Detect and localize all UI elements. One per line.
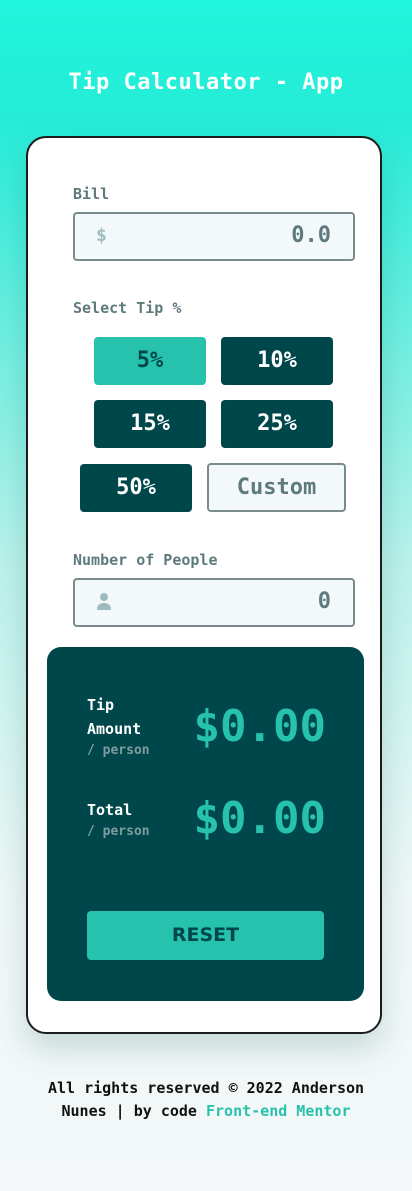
custom-tip-input[interactable]: Custom [207,463,346,512]
footer-line2: Nunes | by code Front-end Mentor [0,1100,412,1123]
select-tip-label: Select Tip % [73,299,182,317]
tip-button-5[interactable]: 5% [94,337,206,385]
bill-value: 0.0 [291,223,331,248]
reset-button[interactable]: RESET [87,911,324,960]
people-label: Number of People [73,551,218,569]
app-title: Tip Calculator - App [68,70,344,95]
tip-button-25[interactable]: 25% [221,400,333,448]
tip-button-15[interactable]: 15% [94,400,206,448]
tip-amount-per-person: / person [87,743,150,758]
dollar-icon: $ [96,225,107,246]
bill-label: Bill [73,185,110,203]
total-label: Total [87,801,133,819]
people-input[interactable]: 0 [73,578,355,627]
person-icon [97,593,111,611]
people-value: 0 [317,589,331,614]
bill-input[interactable]: $ 0.0 [73,212,355,261]
frontend-mentor-link[interactable]: Front-end Mentor [206,1102,351,1120]
tip-amount-label-line1: Tip [87,696,115,714]
tip-amount-value: $0.00 [193,701,326,752]
tip-button-10[interactable]: 10% [221,337,333,385]
tip-button-50[interactable]: 50% [80,464,192,512]
total-per-person: / person [87,824,150,839]
calculator-card: Bill $ 0.0 Select Tip % 5% 10% 15% 25% 5… [26,136,382,1034]
footer-credit: Nunes | by code [61,1102,206,1120]
footer-line1: All rights reserved © 2022 Anderson [47,1079,365,1097]
total-value: $0.00 [193,793,326,844]
footer: All rights reserved © 2022 Anderson Nune… [0,1077,412,1123]
tip-amount-label-line2: Amount [87,720,142,738]
result-panel: Tip Amount / person $0.00 Total / person… [47,647,364,1001]
